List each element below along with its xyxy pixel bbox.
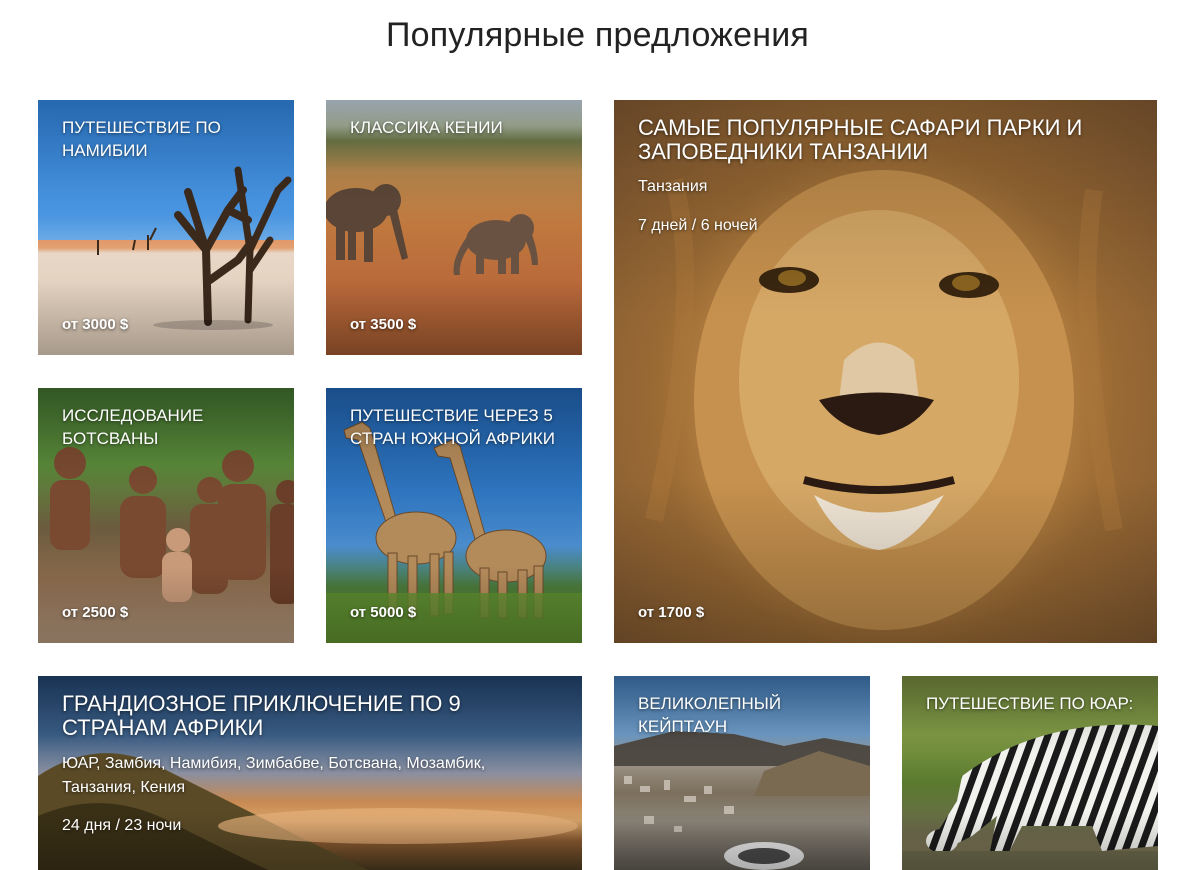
offer-price: от 1700 $ [638, 604, 705, 621]
offer-card-tanzania[interactable]: Самые популярные сафари парки и заповедн… [614, 100, 1157, 643]
offer-title: Грандиозное приключение по 9 странам Афр… [62, 691, 461, 740]
offer-title: Путешествие по Намибии [62, 118, 221, 160]
offer-card-kenya[interactable]: Классика Кении от 3500 $ [326, 100, 582, 355]
offer-card-africa-9[interactable]: Грандиозное приключение по 9 странам Афр… [38, 676, 582, 870]
offer-card-south-africa-5[interactable]: Путешествие через 5 стран Южной Африки о… [326, 388, 582, 643]
offer-title: Путешествие по ЮАР: [926, 694, 1134, 713]
offer-title: Самые популярные сафари парки и заповедн… [638, 115, 1083, 164]
offer-card-botswana[interactable]: Исследование Ботсваны от 2500 $ [38, 388, 294, 643]
page-title: Популярные предложения [385, 16, 810, 54]
offer-price: от 3000 $ [62, 316, 129, 333]
offer-price: от 3500 $ [350, 316, 417, 333]
offer-title: Классика Кении [350, 118, 503, 137]
offer-card-south-africa[interactable]: Путешествие по ЮАР: [902, 676, 1158, 870]
offer-title: Путешествие через 5 стран Южной Африки [350, 406, 555, 448]
offer-title: Великолепный Кейптаун [638, 694, 782, 736]
offer-countries: ЮАР, Замбия, Намибия, Зимбабве, Ботсвана… [62, 755, 486, 796]
offer-card-cape-town[interactable]: Великолепный Кейптаун [614, 676, 870, 870]
offer-duration: 24 дня / 23 ночи [62, 817, 182, 834]
offer-card-namibia[interactable]: Путешествие по Намибии от 3000 $ [38, 100, 294, 355]
offer-price: от 2500 $ [62, 604, 129, 621]
offer-duration: 7 дней / 6 ночей [638, 217, 758, 234]
offer-country: Танзания [638, 178, 708, 195]
offer-price: от 5000 $ [350, 604, 417, 621]
offer-title: Исследование Ботсваны [62, 406, 204, 448]
